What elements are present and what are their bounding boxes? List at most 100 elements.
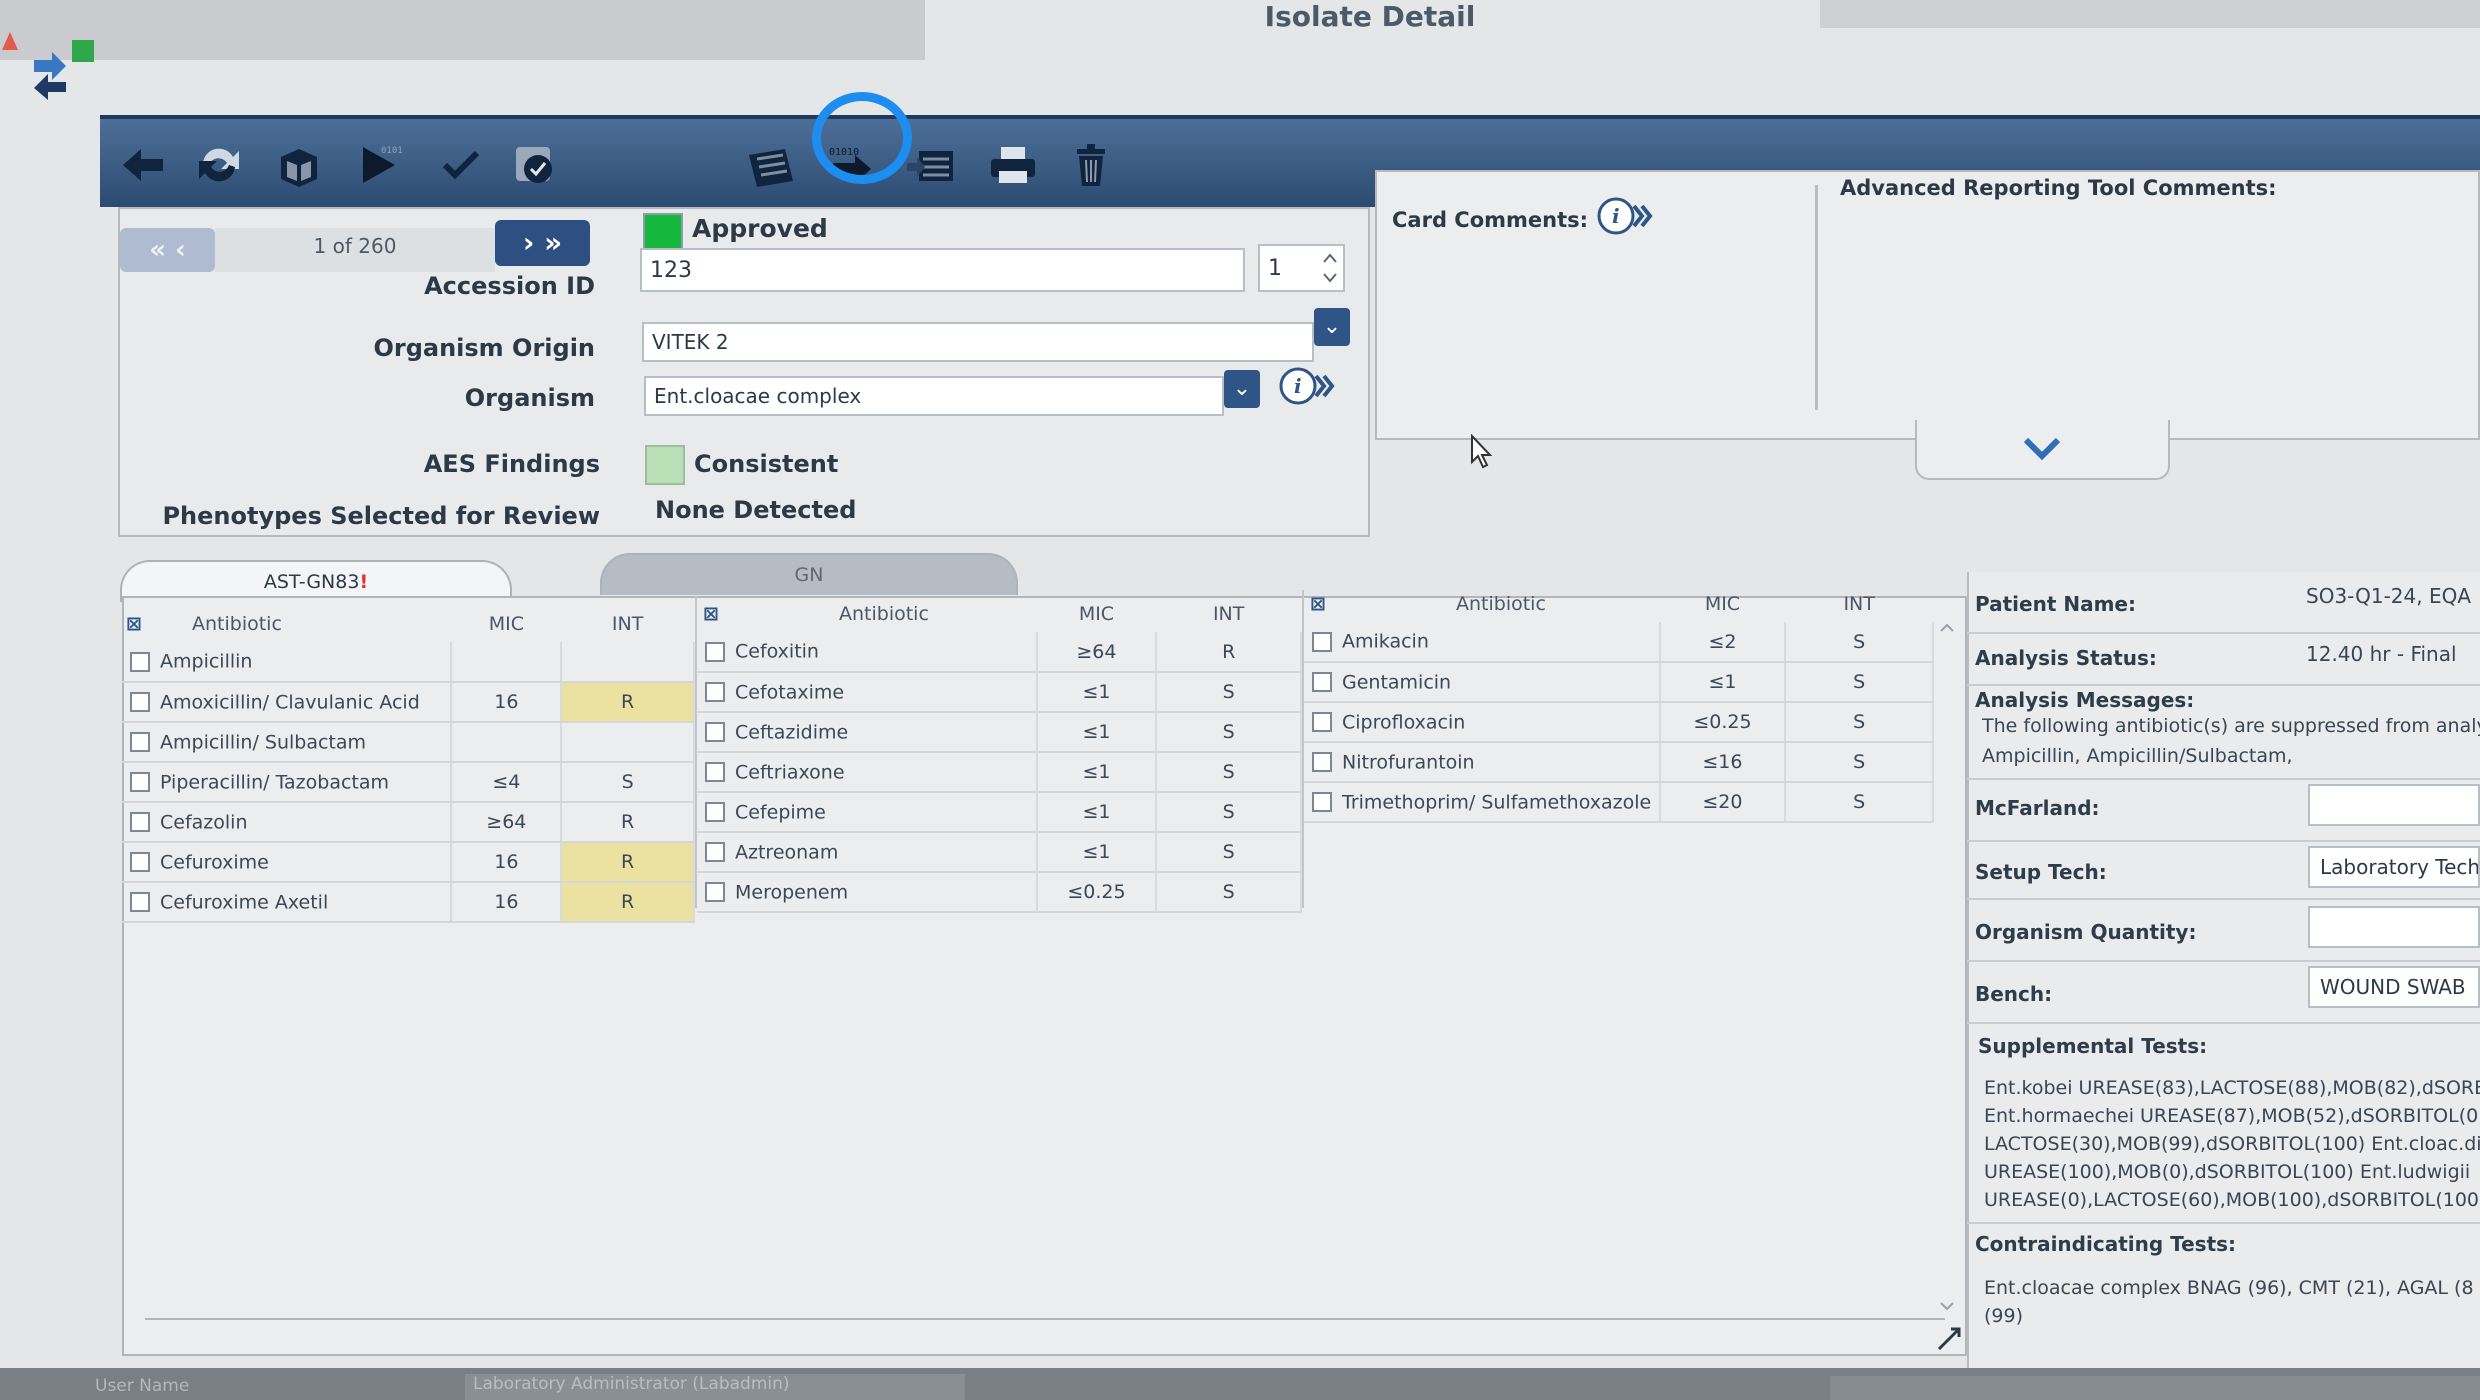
app-logo-icon (0, 30, 100, 100)
tab-gn[interactable]: GN (600, 553, 1018, 595)
mic-value: ≤4 (451, 762, 563, 803)
organism-quantity-input[interactable] (2308, 906, 2480, 948)
mic-value: 16 (451, 882, 563, 923)
accession-spin-input[interactable]: 1 (1258, 244, 1345, 292)
chevron-down-icon[interactable] (2020, 430, 2064, 466)
antibiotic-row[interactable]: Cefuroxime Axetil 16 R (122, 882, 695, 923)
antibiotic-name-cell: Trimethoprim/ Sulfamethoxazole (1304, 782, 1661, 823)
row-checkbox[interactable] (130, 772, 150, 793)
accession-id-input[interactable]: 123 (640, 248, 1245, 292)
organism-select[interactable]: Ent.cloacae complex (644, 376, 1224, 416)
antibiotic-row[interactable]: Aztreonam ≤1 S (697, 832, 1302, 873)
row-checkbox[interactable] (705, 882, 725, 903)
row-checkbox[interactable] (130, 732, 150, 753)
antibiotic-row[interactable]: Ceftriaxone ≤1 S (697, 752, 1302, 793)
antibiotic-row[interactable]: Gentamicin ≤1 S (1304, 662, 1934, 703)
back-arrow-icon[interactable] (112, 137, 174, 193)
setup-tech-select[interactable]: Laboratory Tech (2308, 846, 2480, 888)
antibiotic-name: Ceftriaxone (735, 761, 845, 784)
checkmark-icon[interactable] (430, 137, 492, 193)
antibiotic-name: Trimethoprim/ Sulfamethoxazole (1342, 791, 1652, 814)
organism-origin-select[interactable]: VITEK 2 (642, 322, 1314, 362)
next-record-button[interactable]: › » (495, 220, 590, 266)
antibiotic-name-cell: Meropenem (697, 872, 1038, 913)
supplemental-test-line: Ent.hormaechei UREASE(87),MOB(52),dSORBI… (1984, 1105, 2480, 1127)
antibiotic-row[interactable]: Ampicillin/ Sulbactam (122, 722, 695, 763)
interpretation-value: S (1785, 742, 1934, 783)
refresh-icon[interactable] (188, 137, 250, 193)
scroll-up-icon[interactable] (1937, 618, 1957, 638)
antibiotic-row[interactable]: Cefepime ≤1 S (697, 792, 1302, 833)
aes-indicator (645, 445, 685, 485)
printer-icon[interactable] (982, 137, 1044, 193)
interpretation-value: S (1785, 702, 1934, 743)
card-grid-icon[interactable] (740, 137, 802, 193)
antibiotic-row[interactable]: Cefazolin ≥64 R (122, 802, 695, 843)
row-checkbox[interactable] (1312, 752, 1332, 773)
row-checkbox[interactable] (1312, 792, 1332, 813)
accession-spin-value: 1 (1268, 255, 1282, 281)
record-position: 1 of 260 (313, 234, 397, 258)
interpretation-value: S (1785, 622, 1934, 663)
mic-value: ≤1 (1036, 752, 1158, 793)
row-checkbox[interactable] (705, 722, 725, 743)
antibiotic-row[interactable]: Trimethoprim/ Sulfamethoxazole ≤20 S (1304, 782, 1934, 823)
antibiotic-row[interactable]: Ampicillin (122, 642, 695, 683)
mic-value: ≥64 (1036, 632, 1158, 673)
antibiotic-row[interactable]: Meropenem ≤0.25 S (697, 872, 1302, 913)
antibiotic-row[interactable]: Amoxicillin/ Clavulanic Acid 16 R (122, 682, 695, 723)
row-checkbox[interactable] (130, 651, 150, 672)
mcfarland-input[interactable] (2308, 784, 2480, 826)
mic-header: MIC (1078, 603, 1115, 625)
info-icon[interactable]: i (1596, 196, 1658, 236)
column-chooser-icon[interactable]: ⊠ Antibiotic (697, 596, 1037, 632)
svg-text:i: i (1294, 374, 1302, 398)
antibiotic-name: Piperacillin/ Tazobactam (160, 771, 390, 794)
antibiotic-row[interactable]: Nitrofurantoin ≤16 S (1304, 742, 1934, 783)
row-checkbox[interactable] (130, 892, 150, 913)
card-comments-label: Card Comments: (1392, 208, 1589, 232)
row-checkbox[interactable] (130, 692, 150, 713)
antibiotic-row[interactable]: Piperacillin/ Tazobactam ≤4 S (122, 762, 695, 803)
interpretation-value: S (1156, 752, 1302, 793)
row-checkbox[interactable] (1312, 712, 1332, 733)
antibiotic-row[interactable]: Ceftazidime ≤1 S (697, 712, 1302, 753)
row-checkbox[interactable] (705, 641, 725, 662)
resize-grip-icon[interactable] (1935, 1325, 1963, 1353)
antibiotic-name: Cefuroxime (160, 851, 269, 874)
row-checkbox[interactable] (705, 682, 725, 703)
chevron-down-icon[interactable]: ⌄ (1314, 308, 1350, 346)
antibiotic-row[interactable]: Cefotaxime ≤1 S (697, 672, 1302, 713)
antibiotic-row[interactable]: Amikacin ≤2 S (1304, 622, 1934, 663)
top-header-strip-right (1820, 0, 2480, 28)
row-divider (1967, 684, 2480, 686)
info-icon[interactable]: i (1278, 366, 1340, 406)
scroll-down-icon[interactable] (1937, 1296, 1957, 1316)
row-checkbox[interactable] (705, 802, 725, 823)
antibiotic-table-2: ⊠ Antibiotic MIC INT Cefoxitin ≥64 R Cefotax… (697, 596, 1302, 913)
cube-grid-icon[interactable] (268, 137, 330, 193)
column-chooser-icon[interactable]: ⊠ Antibiotic (122, 606, 451, 642)
tab-ast-gn83-label: AST-GN83 (263, 571, 360, 593)
chevron-down-icon[interactable]: ⌄ (1224, 370, 1260, 408)
antibiotic-row[interactable]: Cefuroxime 16 R (122, 842, 695, 883)
setup-tech-label: Setup Tech: (1975, 860, 2107, 884)
row-checkbox[interactable] (1312, 631, 1332, 652)
spin-arrows-icon[interactable] (1321, 248, 1339, 288)
row-checkbox[interactable] (1312, 672, 1332, 693)
row-checkbox[interactable] (705, 762, 725, 783)
row-checkbox[interactable] (130, 812, 150, 833)
row-checkbox[interactable] (130, 852, 150, 873)
mic-value: ≥64 (451, 802, 563, 843)
phenotypes-value: None Detected (655, 496, 857, 524)
antibiotic-row[interactable]: Cefoxitin ≥64 R (697, 632, 1302, 673)
row-checkbox[interactable] (705, 842, 725, 863)
column-chooser-icon[interactable]: ⊠ Antibiotic (1304, 586, 1660, 622)
previous-record-button[interactable]: « ‹ (120, 228, 215, 272)
verify-badge-icon[interactable] (505, 137, 567, 193)
bench-select[interactable]: WOUND SWAB (2308, 966, 2480, 1008)
play-binary-icon[interactable]: 0101 (348, 137, 410, 193)
antibiotic-row[interactable]: Ciprofloxacin ≤0.25 S (1304, 702, 1934, 743)
trash-icon[interactable] (1060, 137, 1122, 193)
patient-name-value: SO3-Q1-24, EQA (2306, 584, 2472, 608)
